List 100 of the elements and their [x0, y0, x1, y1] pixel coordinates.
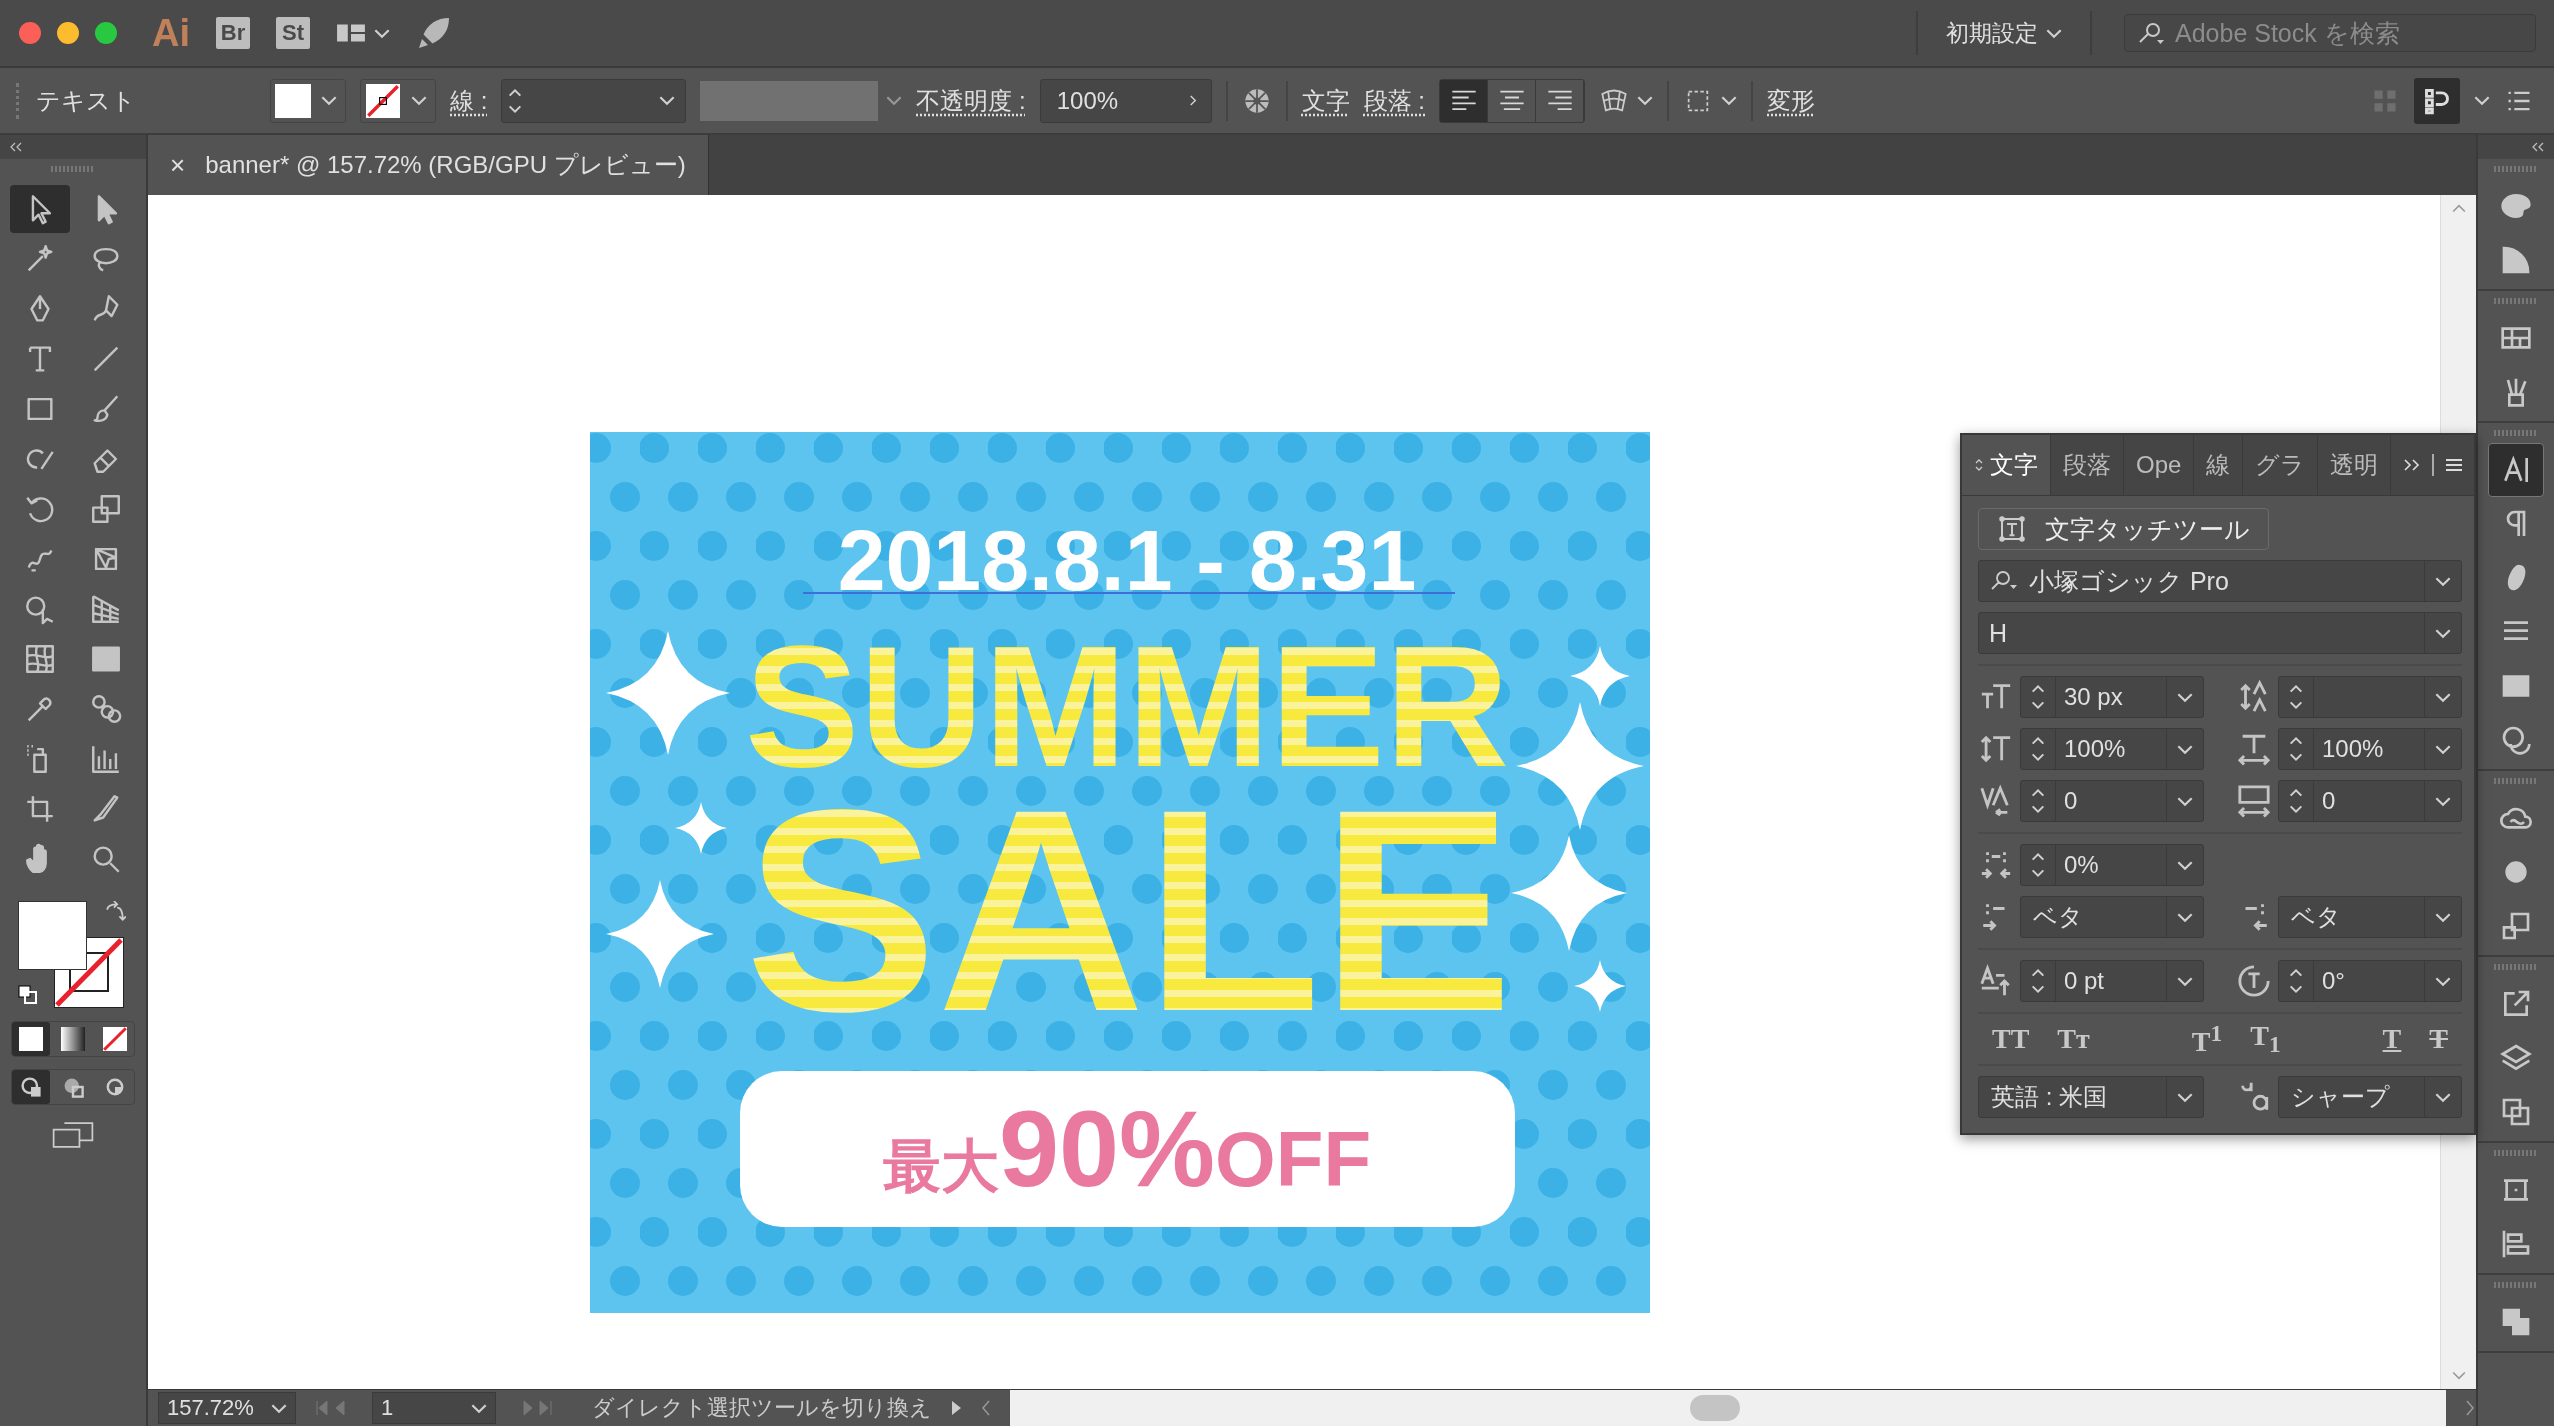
- antialiasing-dropdown[interactable]: シャープ: [2278, 1076, 2462, 1119]
- panel-tab[interactable]: 線: [2194, 435, 2244, 495]
- caret-icon: [2435, 743, 2451, 755]
- value-field[interactable]: 0 pt: [2020, 960, 2204, 1002]
- text-style-button[interactable]: T$_{1}$: [2236, 1020, 2295, 1059]
- panel-tab[interactable]: 段落: [2051, 435, 2124, 495]
- value-field[interactable]: 100%: [2020, 728, 2204, 770]
- rocket-icon[interactable]: [416, 15, 452, 51]
- panel-tab[interactable]: 文字: [1962, 435, 2051, 495]
- scroll-left-icon[interactable]: [980, 1398, 992, 1418]
- selection-label: テキスト: [36, 85, 137, 116]
- menu-icon[interactable]: [2444, 458, 2464, 472]
- touch-type-button[interactable]: 文字タッチツール: [1978, 508, 2269, 550]
- font-family-dropdown[interactable]: 小塚ゴシック Pro: [1978, 560, 2462, 602]
- stroke-color-dropdown[interactable]: [360, 78, 436, 123]
- caret-icon: [2435, 691, 2451, 703]
- caret-icon: [2435, 911, 2451, 923]
- value-field[interactable]: 0%: [2020, 844, 2204, 886]
- workspace-switcher[interactable]: 初期設定: [1916, 11, 2092, 55]
- screen-mode-icon[interactable]: [51, 1121, 95, 1149]
- horizontal-scale-icon: [2236, 732, 2272, 766]
- text-style-button[interactable]: TT: [1978, 1020, 2044, 1059]
- align-icon: [2500, 1228, 2532, 1260]
- app-logo: Ai: [152, 11, 190, 55]
- caret-icon: [321, 95, 337, 106]
- pathfinder-icon: [2500, 1306, 2532, 1338]
- sparkle: [1574, 960, 1626, 1012]
- stroke-link[interactable]: 線 :: [450, 84, 488, 117]
- character-link[interactable]: 文字: [1301, 84, 1350, 117]
- search-icon: [1989, 570, 2019, 592]
- style-field[interactable]: [700, 80, 903, 121]
- fill-color-dropdown[interactable]: [270, 78, 346, 123]
- align-button[interactable]: [1440, 79, 1489, 122]
- stroke-weight-field[interactable]: [501, 78, 687, 123]
- tracking-icon: [2236, 784, 2272, 818]
- collapse-icon[interactable]: [2530, 142, 2546, 152]
- collapse-icon[interactable]: [8, 142, 24, 152]
- caret-icon: [2177, 975, 2193, 987]
- font-style-dropdown[interactable]: H: [1978, 612, 2462, 654]
- draw-normal-button[interactable]: [12, 1070, 50, 1104]
- character-panel-button[interactable]: [2488, 443, 2544, 497]
- zoom-field[interactable]: 157.72%: [158, 1392, 296, 1424]
- horizontal-scrollbar[interactable]: [1010, 1390, 2446, 1426]
- value-field[interactable]: 30 px: [2020, 676, 2204, 718]
- value-field[interactable]: 0: [2278, 780, 2462, 822]
- caret-icon: [2046, 27, 2062, 39]
- paragraph-link[interactable]: 段落 :: [1363, 84, 1426, 117]
- value-field[interactable]: 0°: [2278, 960, 2462, 1002]
- default-colors-icon[interactable]: [18, 985, 38, 1005]
- type-frame-icon: [1997, 514, 2027, 544]
- color-swatch-icon: [19, 1027, 43, 1051]
- stock-search-field[interactable]: Adobe Stock を検索: [2124, 14, 2536, 52]
- select-similar-button[interactable]: [2414, 77, 2460, 124]
- color-mode-button[interactable]: [12, 1022, 50, 1056]
- panel-tab[interactable]: グラ: [2243, 435, 2319, 495]
- document-tab[interactable]: × banner* @ 157.72% (RGB/GPU プレビュー): [148, 135, 709, 195]
- caret-icon: [2435, 795, 2451, 807]
- value-field[interactable]: ベタ: [2278, 896, 2462, 938]
- blend-icon: [89, 692, 123, 726]
- language-dropdown[interactable]: 英語 : 米国: [1978, 1076, 2204, 1119]
- opacity-link[interactable]: 不透明度 :: [916, 84, 1026, 117]
- align-center-icon: [1497, 88, 1526, 113]
- artboards-icon: [2500, 1096, 2532, 1128]
- value-field[interactable]: ベタ: [2020, 896, 2204, 938]
- value-field[interactable]: [2278, 676, 2462, 718]
- scroll-down-icon[interactable]: [2451, 1371, 2466, 1381]
- scroll-right-icon[interactable]: [2464, 1398, 2476, 1418]
- caret-icon: [374, 27, 390, 39]
- text-style-button[interactable]: Tᴛ: [2043, 1020, 2104, 1059]
- caret-icon: [2177, 859, 2193, 871]
- caret-icon: [271, 1402, 287, 1414]
- caret-icon: [2177, 1091, 2193, 1103]
- window-controls-icon[interactable]: [18, 21, 118, 45]
- more-tabs-icon[interactable]: [2402, 458, 2422, 472]
- scroll-up-icon[interactable]: [2451, 203, 2466, 213]
- transform-link[interactable]: 変形: [1767, 84, 1816, 117]
- stock-button[interactable]: St: [276, 17, 310, 49]
- text-style-button[interactable]: T$^{1}$: [2177, 1020, 2237, 1059]
- panel-tab[interactable]: Ope: [2124, 435, 2195, 495]
- value-field[interactable]: 0: [2020, 780, 2204, 822]
- mesh-icon: [23, 642, 57, 676]
- no-stroke-icon: [365, 83, 401, 118]
- sort-arrows-icon: [1974, 457, 1984, 473]
- bridge-button[interactable]: Br: [216, 17, 250, 49]
- caret-icon: [2177, 795, 2193, 807]
- selection-tool-button[interactable]: [10, 185, 70, 233]
- text-style-button[interactable]: T: [2415, 1020, 2462, 1059]
- value-field[interactable]: 100%: [2278, 728, 2462, 770]
- play-icon[interactable]: [950, 1398, 962, 1418]
- fill-stroke-drawing[interactable]: [18, 901, 124, 1008]
- caret-icon: [411, 95, 427, 106]
- panel-tab[interactable]: 透明: [2318, 435, 2392, 495]
- caret-icon: [2435, 975, 2451, 987]
- text-style-button[interactable]: T: [2368, 1020, 2416, 1059]
- caret-icon: [2177, 743, 2193, 755]
- close-tab-button[interactable]: ×: [170, 149, 186, 181]
- opacity-field[interactable]: 100%: [1039, 78, 1212, 123]
- artboard-number-field[interactable]: 1: [372, 1392, 496, 1424]
- select-similar-icon: [2422, 86, 2452, 115]
- swap-icon[interactable]: [104, 901, 126, 923]
